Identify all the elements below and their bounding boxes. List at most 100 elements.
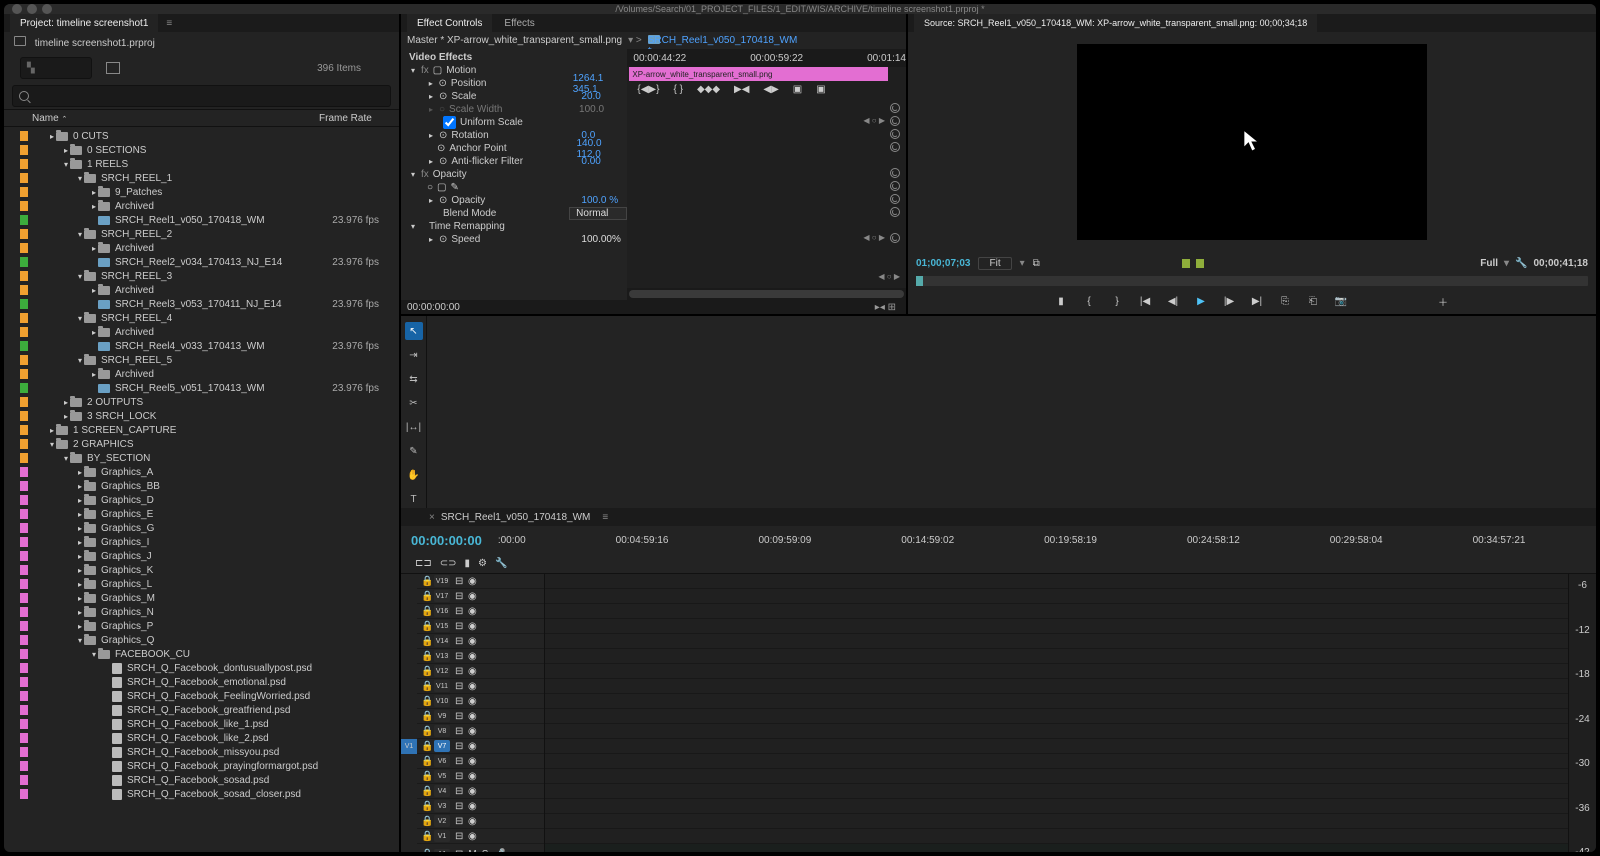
project-tab[interactable]: Project: timeline screenshot1	[10, 14, 158, 32]
uniform-scale-checkbox[interactable]	[443, 116, 456, 129]
project-row[interactable]: SRCH_Reel5_v051_170413_WM23.976 fps	[4, 381, 399, 395]
project-row[interactable]: ▸Graphics_I	[4, 535, 399, 549]
project-row[interactable]: ▸0 SECTIONS	[4, 143, 399, 157]
type-tool[interactable]: T	[405, 490, 423, 508]
project-row[interactable]: ▾SRCH_REEL_5	[4, 353, 399, 367]
project-row[interactable]: ▸Graphics_M	[4, 591, 399, 605]
overwrite-button[interactable]: ⎗	[1306, 294, 1320, 308]
project-row[interactable]: ▸1 SCREEN_CAPTURE	[4, 423, 399, 437]
project-row[interactable]: SRCH_Q_Facebook_emotional.psd	[4, 675, 399, 689]
add-marker-button[interactable]: ▮	[1054, 294, 1068, 308]
marker-tool-icon[interactable]: ▮	[465, 558, 471, 569]
timeline-tracks[interactable]	[545, 574, 1568, 852]
project-row[interactable]: ▸Archived	[4, 199, 399, 213]
flicker-prop[interactable]: Anti-flicker Filter	[451, 156, 581, 167]
project-row[interactable]: ▾SRCH_REEL_2	[4, 227, 399, 241]
ec-toggle-icon[interactable]: ▸◂ ⊞	[875, 302, 896, 313]
project-row[interactable]: ▸9_Patches	[4, 185, 399, 199]
project-row[interactable]: ▾FACEBOOK_CU	[4, 647, 399, 661]
position-prop[interactable]: Position	[451, 78, 573, 89]
project-row[interactable]: ▸Graphics_J	[4, 549, 399, 563]
project-row[interactable]: ▸Graphics_G	[4, 521, 399, 535]
go-in-button[interactable]: |◀	[1138, 294, 1152, 308]
timeline-ruler[interactable]: :00:0000:04:59:1600:09:59:0900:14:59:020…	[492, 531, 1596, 549]
project-row[interactable]: ▸Graphics_L	[4, 577, 399, 591]
ec-timecode[interactable]: 00:00:00:00	[407, 302, 460, 313]
project-row[interactable]: ▸Graphics_E	[4, 507, 399, 521]
ec-timeline-ruler[interactable]: 00:00:44:2200:00:59:2200:01:14	[627, 49, 906, 67]
search-input[interactable]	[12, 85, 391, 107]
source-viewer[interactable]	[908, 32, 1596, 252]
source-scrubber[interactable]	[916, 276, 1588, 286]
play-button[interactable]: ▶	[1194, 294, 1208, 308]
project-row[interactable]: SRCH_Reel2_v034_170413_NJ_E1423.976 fps	[4, 255, 399, 269]
ec-master-label[interactable]: Master * XP-arrow_white_transparent_smal…	[407, 35, 622, 46]
project-row[interactable]: ▾SRCH_REEL_1	[4, 171, 399, 185]
project-row[interactable]: ▸Graphics_D	[4, 493, 399, 507]
effects-tab[interactable]: Effects	[494, 14, 544, 32]
motion-group[interactable]: Motion	[446, 65, 576, 76]
source-tab[interactable]: Source: SRCH_Reel1_v050_170418_WM: XP-ar…	[914, 14, 1317, 32]
project-row[interactable]: ▾SRCH_REEL_3	[4, 269, 399, 283]
export-frame-button[interactable]: 📷	[1334, 294, 1348, 308]
project-row[interactable]: ▸Archived	[4, 241, 399, 255]
new-bin-icon[interactable]	[106, 62, 120, 74]
project-row[interactable]: ▸Archived	[4, 325, 399, 339]
settings-tool-icon[interactable]: ⚙	[478, 558, 487, 569]
step-fwd-button[interactable]: |▶	[1222, 294, 1236, 308]
pen-icon[interactable]: ✎	[451, 182, 459, 193]
ec-scroll[interactable]	[627, 288, 906, 300]
project-row[interactable]: SRCH_Q_Facebook_sosad.psd	[4, 773, 399, 787]
project-row[interactable]: ▸Graphics_N	[4, 605, 399, 619]
project-row[interactable]: ▸Archived	[4, 283, 399, 297]
project-row[interactable]: SRCH_Q_Facebook_like_1.psd	[4, 717, 399, 731]
rotation-prop[interactable]: Rotation	[451, 130, 581, 141]
project-row[interactable]: ▾BY_SECTION	[4, 451, 399, 465]
project-row[interactable]: SRCH_Q_Facebook_FeelingWorried.psd	[4, 689, 399, 703]
button-editor-icon[interactable]: ＋	[1436, 294, 1450, 308]
mark-out-button[interactable]: }	[1110, 294, 1124, 308]
mark-in-button[interactable]: {	[1082, 294, 1096, 308]
project-row[interactable]: SRCH_Q_Facebook_missyou.psd	[4, 745, 399, 759]
razor-tool[interactable]: ✂	[405, 394, 423, 412]
project-row[interactable]: ▸Graphics_K	[4, 563, 399, 577]
slip-tool[interactable]: |↔|	[405, 418, 423, 436]
tab-menu-icon[interactable]: ≡	[166, 18, 172, 29]
project-row[interactable]: ▾1 REELS	[4, 157, 399, 171]
project-row[interactable]: ▾SRCH_REEL_4	[4, 311, 399, 325]
insert-button[interactable]: ⎘	[1278, 294, 1292, 308]
project-row[interactable]: ▸Graphics_P	[4, 619, 399, 633]
project-row[interactable]: ▸Graphics_A	[4, 465, 399, 479]
project-row[interactable]: ▸Archived	[4, 367, 399, 381]
source-tc-left[interactable]: 01;00;07;03	[916, 258, 970, 269]
project-row[interactable]: ▸Graphics_BB	[4, 479, 399, 493]
marker-icon[interactable]	[1182, 259, 1190, 268]
time-remap-group[interactable]: Time Remapping	[429, 221, 559, 232]
project-row[interactable]: SRCH_Q_Facebook_like_2.psd	[4, 731, 399, 745]
speed-prop[interactable]: Speed	[451, 234, 581, 245]
project-row[interactable]: ▾Graphics_Q	[4, 633, 399, 647]
project-tree[interactable]: ▸0 CUTS▸0 SECTIONS▾1 REELS▾SRCH_REEL_1▸9…	[4, 127, 399, 852]
quality-select[interactable]: Full	[1480, 258, 1498, 269]
ec-clip-bar[interactable]: XP-arrow_white_transparent_small.png	[629, 67, 888, 81]
reset-icon[interactable]	[890, 103, 900, 113]
ec-clip-label[interactable]: SRCH_Reel1_v050_170418_WM * XP-arro…	[648, 35, 660, 44]
col-name[interactable]: Name ⌃	[32, 113, 319, 124]
blend-mode-select[interactable]: Normal	[569, 207, 627, 220]
project-row[interactable]: ▸2 OUTPUTS	[4, 395, 399, 409]
project-row[interactable]: SRCH_Reel3_v053_170411_NJ_E1423.976 fps	[4, 297, 399, 311]
source-patch[interactable]: V1A1	[401, 574, 417, 852]
scale-prop[interactable]: Scale	[451, 91, 581, 102]
sequence-tab[interactable]: SRCH_Reel1_v050_170418_WM	[441, 512, 591, 523]
zoom-fit-select[interactable]: Fit	[978, 257, 1011, 270]
anchor-prop[interactable]: Anchor Point	[449, 143, 576, 154]
project-row[interactable]: SRCH_Q_Facebook_greatfriend.psd	[4, 703, 399, 717]
track-select-tool[interactable]: ⇥	[405, 346, 423, 364]
ripple-tool[interactable]: ⇆	[405, 370, 423, 388]
track-header[interactable]: 🔒V19⊟◉🔒V17⊟◉🔒V16⊟◉🔒V15⊟◉🔒V14⊟◉🔒V13⊟◉🔒V12…	[417, 574, 545, 852]
effect-controls-tab[interactable]: Effect Controls	[407, 14, 492, 32]
step-back-button[interactable]: ◀|	[1166, 294, 1180, 308]
selection-tool[interactable]: ↖	[405, 322, 423, 340]
opacity-prop[interactable]: Opacity	[451, 195, 581, 206]
project-row[interactable]: ▾2 GRAPHICS	[4, 437, 399, 451]
